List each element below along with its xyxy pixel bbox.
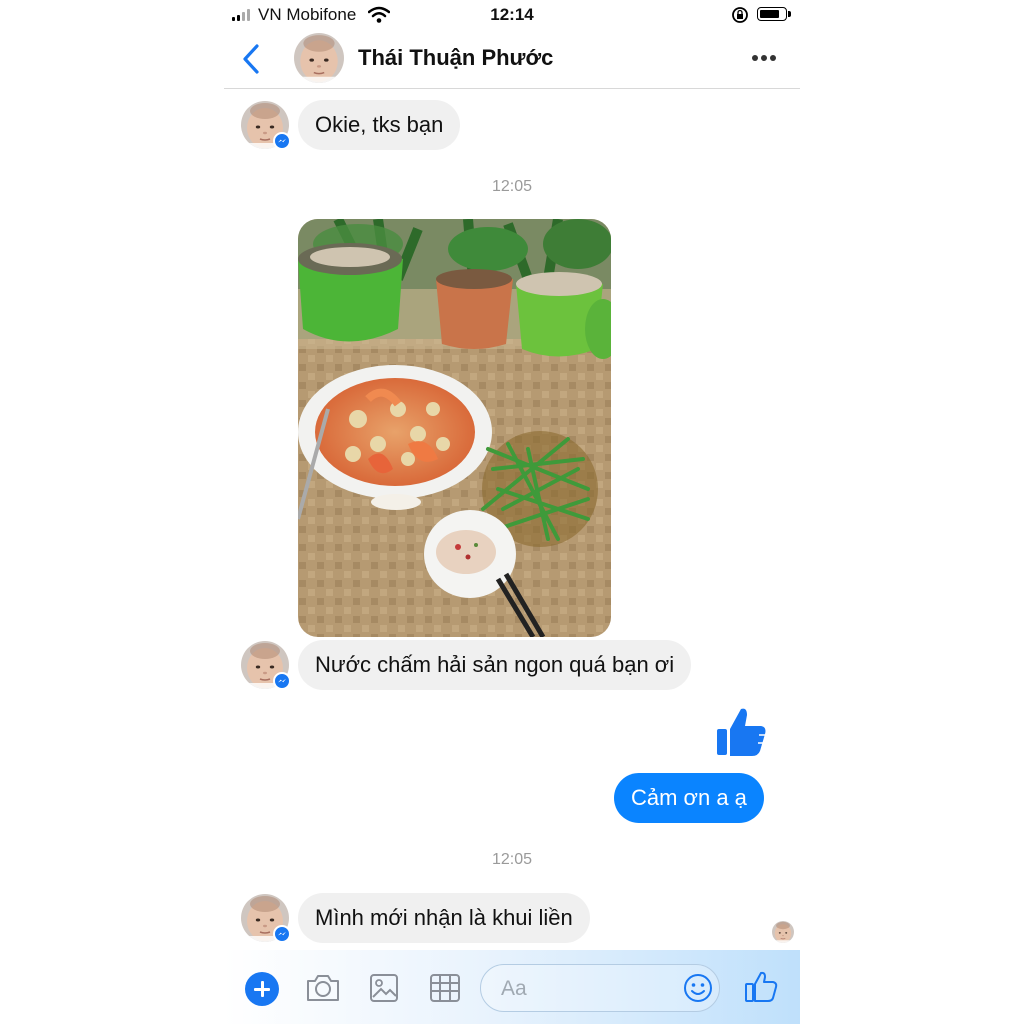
message-bubble-incoming[interactable]: Mình mới nhận là khui liền <box>298 893 590 943</box>
camera-icon[interactable] <box>305 972 341 1004</box>
sticker-grid-icon[interactable] <box>429 972 461 1004</box>
sender-avatar[interactable] <box>241 101 291 150</box>
rotation-lock-icon <box>732 7 748 23</box>
like-button-icon[interactable] <box>744 970 778 1004</box>
status-bar: VN Mobifone 12:14 <box>224 0 800 30</box>
chat-header: Thái Thuận Phước <box>224 30 800 89</box>
status-time: 12:14 <box>490 5 534 24</box>
photo-message[interactable] <box>298 219 611 637</box>
timestamp: 12:05 <box>491 851 533 868</box>
battery-icon <box>757 7 791 21</box>
messenger-badge-icon <box>273 672 291 690</box>
contact-name[interactable]: Thái Thuận Phước <box>358 45 553 71</box>
seen-indicator-avatar <box>772 921 794 943</box>
message-input[interactable] <box>499 973 673 1005</box>
timestamp: 12:05 <box>491 178 533 195</box>
messenger-badge-icon <box>273 132 291 150</box>
plus-icon[interactable] <box>245 972 279 1006</box>
back-arrow-icon[interactable] <box>238 42 264 76</box>
message-bubble-incoming[interactable]: Nước chấm hải sản ngon quá bạn ơi <box>298 640 692 690</box>
messenger-screen: VN Mobifone 12:14 Thái Thuận Phước Okie,… <box>224 0 800 1024</box>
sender-avatar[interactable] <box>241 641 291 690</box>
sender-avatar[interactable] <box>241 894 291 943</box>
thumbs-up-icon[interactable] <box>714 705 768 759</box>
message-bubble-incoming[interactable]: Okie, tks bạn <box>298 100 461 150</box>
messenger-badge-icon <box>273 925 291 943</box>
message-composer[interactable] <box>480 964 720 1012</box>
composer-bar <box>224 950 800 1024</box>
more-icon[interactable] <box>752 52 778 64</box>
contact-avatar[interactable] <box>294 33 344 83</box>
emoji-icon[interactable] <box>683 973 713 1003</box>
gallery-icon[interactable] <box>369 971 399 1005</box>
message-bubble-outgoing[interactable]: Cảm ơn a ạ <box>614 773 764 823</box>
